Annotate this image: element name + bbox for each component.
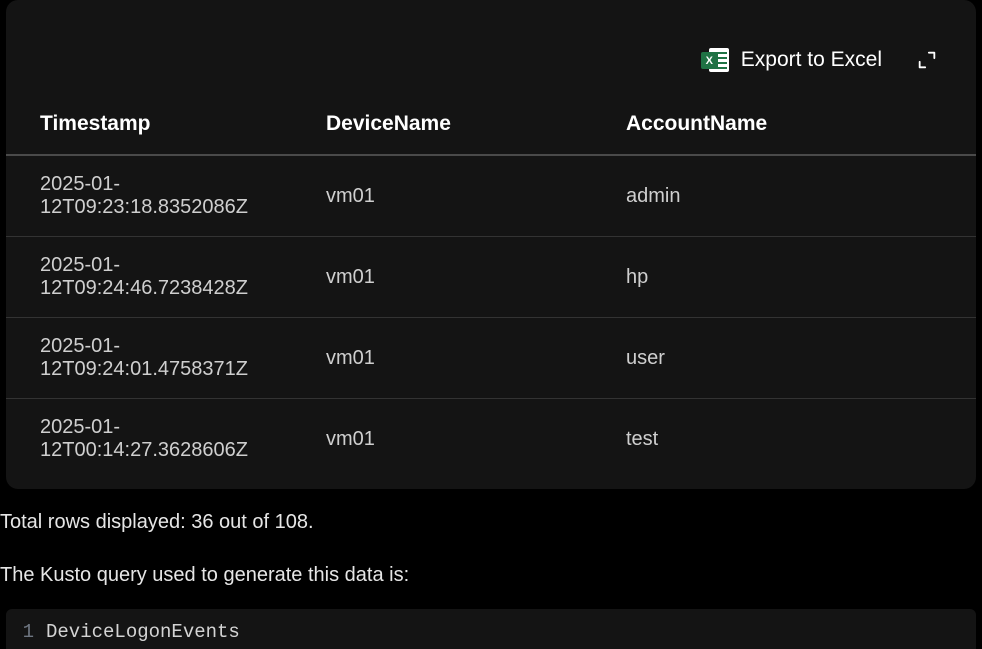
- results-toolbar: X Export to Excel: [6, 0, 976, 98]
- code-content: DeviceLogonEvents: [46, 617, 240, 647]
- line-number: 1: [6, 617, 46, 647]
- cell-device: vm01: [326, 155, 626, 237]
- cell-device: vm01: [326, 399, 626, 480]
- cell-account: user: [626, 318, 976, 399]
- cell-account: test: [626, 399, 976, 480]
- cell-device: vm01: [326, 318, 626, 399]
- cell-account: admin: [626, 155, 976, 237]
- cell-timestamp: 2025-01-12T09:24:01.4758371Z: [6, 318, 326, 399]
- cell-device: vm01: [326, 237, 626, 318]
- query-description: The Kusto query used to generate this da…: [0, 534, 982, 587]
- kusto-query-code[interactable]: 1DeviceLogonEvents2| where ActionType ==…: [6, 609, 976, 649]
- code-line: 1DeviceLogonEvents: [6, 617, 976, 647]
- export-label: Export to Excel: [741, 48, 882, 72]
- col-header-device[interactable]: DeviceName: [326, 98, 626, 155]
- expand-button[interactable]: [914, 47, 940, 73]
- table-row[interactable]: 2025-01-12T00:14:27.3628606Zvm01test: [6, 399, 976, 480]
- excel-icon: X: [701, 46, 729, 74]
- results-panel: X Export to Excel Timestamp DeviceName A…: [6, 0, 976, 489]
- table-header-row: Timestamp DeviceName AccountName: [6, 98, 976, 155]
- export-to-excel-button[interactable]: X Export to Excel: [701, 46, 882, 74]
- table-row[interactable]: 2025-01-12T09:24:46.7238428Zvm01hp: [6, 237, 976, 318]
- col-header-timestamp[interactable]: Timestamp: [6, 98, 326, 155]
- cell-timestamp: 2025-01-12T09:23:18.8352086Z: [6, 155, 326, 237]
- cell-account: hp: [626, 237, 976, 318]
- results-table: Timestamp DeviceName AccountName 2025-01…: [6, 98, 976, 479]
- col-header-account[interactable]: AccountName: [626, 98, 976, 155]
- rows-status: Total rows displayed: 36 out of 108.: [0, 489, 982, 534]
- cell-timestamp: 2025-01-12T09:24:46.7238428Z: [6, 237, 326, 318]
- table-row[interactable]: 2025-01-12T09:23:18.8352086Zvm01admin: [6, 155, 976, 237]
- cell-timestamp: 2025-01-12T00:14:27.3628606Z: [6, 399, 326, 480]
- expand-icon: [916, 49, 938, 71]
- table-row[interactable]: 2025-01-12T09:24:01.4758371Zvm01user: [6, 318, 976, 399]
